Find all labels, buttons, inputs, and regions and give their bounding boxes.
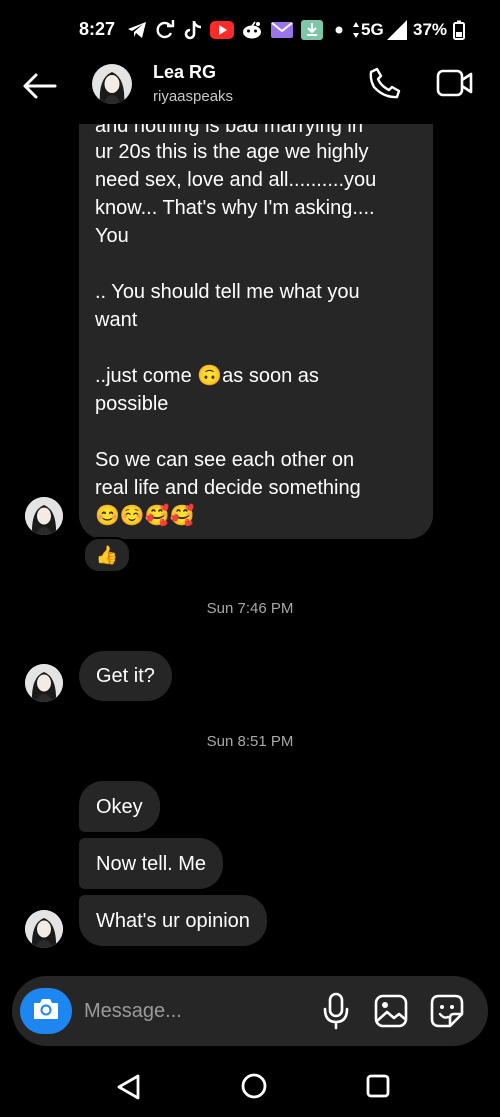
sticker-icon[interactable] xyxy=(430,994,464,1028)
nav-recents-icon[interactable] xyxy=(364,1072,392,1100)
sender-avatar[interactable] xyxy=(25,910,63,948)
mail-icon xyxy=(270,20,294,40)
youtube-icon xyxy=(209,20,235,40)
phone-icon[interactable] xyxy=(368,66,402,100)
tiktok-icon xyxy=(182,20,204,40)
sync-icon xyxy=(154,20,176,40)
gallery-icon[interactable] xyxy=(374,994,408,1028)
message-reaction[interactable]: 👍 xyxy=(83,537,131,573)
timestamp: Sun 7:46 PM xyxy=(206,600,294,617)
back-arrow-icon[interactable] xyxy=(22,72,58,100)
sender-avatar[interactable] xyxy=(25,497,63,535)
message-text: Okey xyxy=(96,795,143,818)
nav-home-icon[interactable] xyxy=(238,1070,270,1102)
contact-avatar[interactable] xyxy=(92,64,132,104)
timestamp: Sun 8:51 PM xyxy=(206,733,294,750)
message-bubble[interactable]: Now tell. Me xyxy=(79,838,224,889)
message-bubble[interactable]: Get it? xyxy=(79,651,172,701)
battery-percent: 37% xyxy=(413,20,448,39)
message-bubble[interactable]: Okey xyxy=(79,781,160,832)
telegram-icon xyxy=(126,20,148,40)
camera-icon xyxy=(32,997,60,1026)
signal-icon xyxy=(386,20,408,40)
message-bubble[interactable]: What's ur opinion xyxy=(79,895,267,946)
network-type: 5G xyxy=(361,20,384,39)
contact-username[interactable]: riyaaspeaks xyxy=(153,88,233,105)
reddit-icon xyxy=(240,20,264,40)
camera-button[interactable] xyxy=(20,988,72,1034)
data-arrows-icon xyxy=(351,20,361,40)
message-text: ur 20s this is the age we highly need se… xyxy=(95,141,377,527)
battery-icon xyxy=(452,20,466,40)
contact-name[interactable]: Lea RG xyxy=(153,62,216,83)
microphone-icon[interactable] xyxy=(322,992,350,1030)
message-input[interactable] xyxy=(84,996,304,1026)
chat-header xyxy=(0,60,500,124)
message-text: Now tell. Me xyxy=(96,852,207,875)
status-time: 8:27 xyxy=(79,19,116,39)
status-bar: 8:27 5G 37% xyxy=(0,0,500,60)
message-text: What's ur opinion xyxy=(96,909,250,932)
sender-avatar[interactable] xyxy=(25,664,63,702)
notification-dot-icon xyxy=(334,20,344,40)
download-icon xyxy=(300,20,324,40)
message-bubble-long[interactable]: and nothing is bad marrying in ur 20s th… xyxy=(79,124,433,539)
nav-back-icon[interactable] xyxy=(114,1072,144,1102)
video-camera-icon[interactable] xyxy=(436,66,474,100)
message-text: Get it? xyxy=(96,665,155,687)
